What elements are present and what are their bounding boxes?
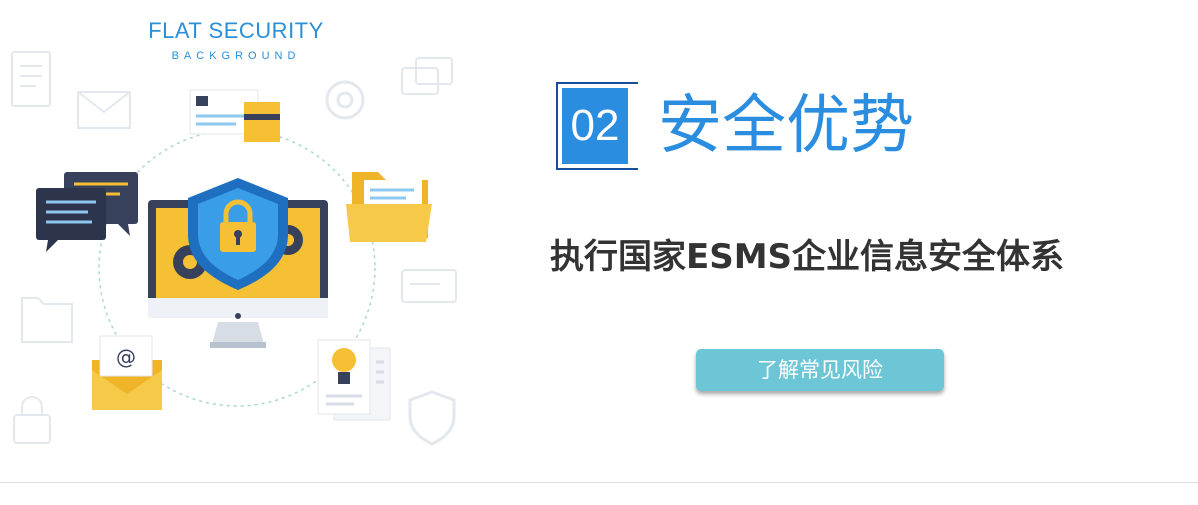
background-chat-icon bbox=[401, 57, 453, 95]
background-mail-icon bbox=[77, 91, 131, 129]
section-title: 安全优势 bbox=[658, 89, 914, 163]
email-envelope-icon: @ bbox=[92, 335, 162, 410]
lightbulb-document-icon bbox=[317, 339, 391, 421]
chat-bubbles-icon bbox=[36, 172, 138, 252]
security-illustration: @ bbox=[0, 0, 480, 470]
folder-icon bbox=[346, 172, 432, 242]
brand-title: FLAT SECURITY bbox=[148, 18, 324, 43]
tagline: 执行国家ESMS企业信息安全体系 bbox=[550, 237, 1065, 277]
background-shield-icon bbox=[408, 390, 456, 446]
background-padlock-icon bbox=[13, 396, 51, 444]
background-gear-icon bbox=[325, 80, 365, 120]
brand-subtitle: BACKGROUND bbox=[171, 50, 301, 62]
bottom-divider bbox=[0, 482, 1198, 483]
background-folder-icon bbox=[21, 297, 73, 343]
section-number: 02 bbox=[562, 88, 628, 164]
background-document-icon bbox=[11, 51, 51, 107]
section-number-badge: 02 bbox=[556, 82, 638, 170]
background-card-icon bbox=[401, 269, 457, 303]
svg-text:@: @ bbox=[116, 345, 136, 369]
learn-risks-button[interactable]: 了解常见风险 bbox=[696, 349, 944, 391]
id-card-icon bbox=[189, 89, 280, 142]
